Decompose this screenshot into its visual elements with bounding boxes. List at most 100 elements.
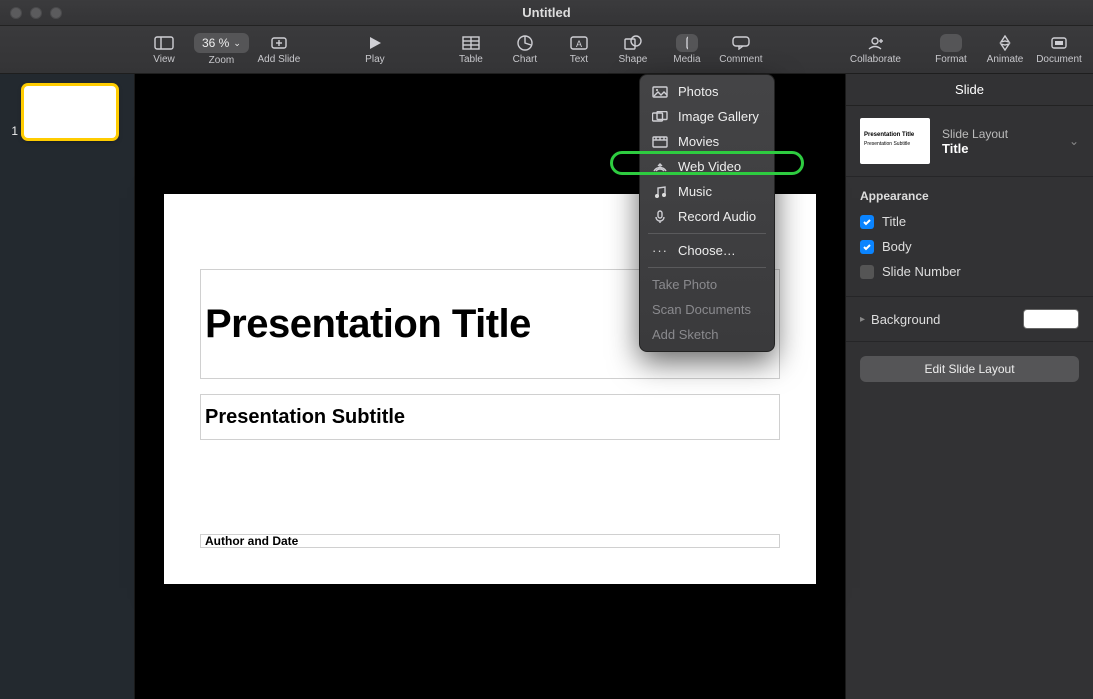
slide-canvas[interactable]: Presentation Title Presentation Subtitle… [135,74,845,699]
checkbox-off-icon [860,265,874,279]
appearance-slidenum-checkbox[interactable]: Slide Number [860,259,1079,284]
media-menu-music[interactable]: Music [640,179,774,204]
edit-slide-layout-button[interactable]: Edit Slide Layout [860,356,1079,382]
chevron-down-icon: ⌄ [233,38,241,49]
traffic-lights [10,7,62,19]
collaborate-button[interactable]: Collaborate [850,28,901,72]
format-icon [940,34,962,52]
media-menu-add-sketch: Add Sketch [640,322,774,347]
layout-thumbnail: Presentation Title Presentation Subtitle [860,118,930,164]
checkbox-on-icon [860,240,874,254]
view-button[interactable]: View [140,28,188,72]
appearance-title-checkbox[interactable]: Title [860,209,1079,234]
comment-icon [730,34,752,52]
animate-icon [994,34,1016,52]
media-menu-image-gallery[interactable]: Image Gallery [640,104,774,129]
slide-layout-section[interactable]: Presentation Title Presentation Subtitle… [846,106,1093,177]
toolbar: View 36 % ⌄ Zoom Add Slide Play [0,26,1093,74]
inspector-tab-slide[interactable]: Slide [846,74,1093,106]
appearance-title-label: Title [882,214,906,229]
appearance-body-checkbox[interactable]: Body [860,234,1079,259]
disclosure-triangle-icon[interactable]: ▸ [860,314,865,325]
inspector-panel: Slide Presentation Title Presentation Su… [845,74,1093,699]
format-button[interactable]: Format [927,28,975,72]
add-slide-button[interactable]: Add Slide [255,28,303,72]
edit-slide-layout-label: Edit Slide Layout [924,362,1014,376]
shape-label: Shape [618,54,647,65]
media-menu-scan-label: Scan Documents [652,302,751,317]
zoom-value-pill[interactable]: 36 % ⌄ [194,33,249,53]
background-section: ▸ Background [846,297,1093,342]
appearance-heading: Appearance [860,189,1079,203]
media-menu-photos[interactable]: Photos [640,79,774,104]
document-button[interactable]: Document [1035,28,1083,72]
media-menu-choose-label: Choose… [678,243,736,258]
layout-meta: Slide Layout Title [942,127,1057,156]
media-menu-movies-label: Movies [678,134,719,149]
layout-name: Title [942,141,1057,156]
media-menu-record-label: Record Audio [678,209,756,224]
app-window: Untitled View 36 % ⌄ Zoom Add Slide [0,0,1093,699]
text-icon: A [568,34,590,52]
zoom-window-button[interactable] [50,7,62,19]
body: 1 Presentation Title Presentation Subtit… [0,74,1093,699]
subtitle-placeholder[interactable]: Presentation Subtitle [200,394,780,440]
music-icon [652,185,668,199]
thumbnail-index: 1 [6,124,18,138]
svg-text:A: A [576,39,582,49]
animate-label: Animate [987,54,1024,65]
media-menu-music-label: Music [678,184,712,199]
author-date-text: Author and Date [205,534,298,548]
slide-navigator[interactable]: 1 [0,74,135,699]
media-menu-gallery-label: Image Gallery [678,109,759,124]
background-label: Background [871,312,940,327]
chart-icon [514,34,536,52]
thumbnail-row[interactable]: 1 [6,86,128,138]
animate-button[interactable]: Animate [981,28,1029,72]
zoom-label: Zoom [209,55,235,66]
play-icon [364,34,386,52]
media-icon [676,34,698,52]
play-button[interactable]: Play [335,28,415,72]
media-menu-take-photo: Take Photo [640,272,774,297]
media-menu-choose[interactable]: ··· Choose… [640,238,774,263]
media-menu-sketch-label: Add Sketch [652,327,719,342]
media-label: Media [673,54,700,65]
background-color-well[interactable] [1023,309,1079,329]
view-label: View [153,54,175,65]
format-label: Format [935,54,967,65]
media-menu-web-video[interactable]: Web Video [640,154,774,179]
collaborate-label: Collaborate [850,54,901,65]
table-icon [460,34,482,52]
media-menu-scan-documents: Scan Documents [640,297,774,322]
media-menu-photos-label: Photos [678,84,718,99]
media-menu-movies[interactable]: Movies [640,129,774,154]
sidebar-icon [153,34,175,52]
play-label: Play [365,54,384,65]
title-text: Presentation Title [205,302,531,347]
zoom-button[interactable]: 36 % ⌄ Zoom [194,28,249,72]
layout-caption: Slide Layout [942,127,1057,141]
movies-icon [652,135,668,149]
web-video-icon [652,160,668,174]
comment-button[interactable]: Comment [717,28,765,72]
document-label: Document [1036,54,1082,65]
table-button[interactable]: Table [447,28,495,72]
menu-separator [648,267,766,268]
text-button[interactable]: A Text [555,28,603,72]
slide-thumbnail[interactable] [24,86,116,138]
table-label: Table [459,54,483,65]
shape-button[interactable]: Shape [609,28,657,72]
media-menu-webvideo-label: Web Video [678,159,741,174]
media-menu-take-photo-label: Take Photo [652,277,717,292]
checkbox-on-icon [860,215,874,229]
appearance-body-label: Body [882,239,912,254]
media-menu-record-audio[interactable]: Record Audio [640,204,774,229]
chart-button[interactable]: Chart [501,28,549,72]
minimize-window-button[interactable] [30,7,42,19]
plus-slide-icon [268,34,290,52]
close-window-button[interactable] [10,7,22,19]
menu-separator [648,233,766,234]
media-button[interactable]: Media [663,28,711,72]
author-date-placeholder[interactable]: Author and Date [200,534,780,548]
